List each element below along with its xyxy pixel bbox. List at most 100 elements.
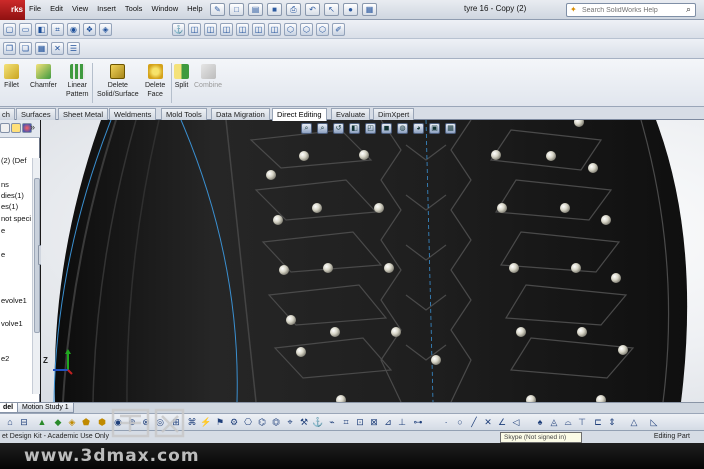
line-tool-icon[interactable]: ╱	[468, 416, 480, 428]
new-document-icon[interactable]: □	[229, 3, 244, 16]
view-orient-icon[interactable]: ◈	[99, 23, 112, 36]
tree-item-revolve1[interactable]: evolve1	[1, 296, 27, 305]
tool-icon[interactable]: ⊥	[396, 416, 408, 428]
options-icon[interactable]: ▦	[362, 3, 377, 16]
search-input[interactable]	[582, 5, 677, 15]
anchor-icon[interactable]: ⚓	[172, 23, 185, 36]
tab-dimxpert[interactable]: DimXpert	[373, 108, 415, 120]
pin-icon[interactable]: ✎	[210, 3, 225, 16]
view-trimetric-icon[interactable]: ⬡	[300, 23, 313, 36]
tab-mold-tools[interactable]: Mold Tools	[161, 108, 207, 120]
angle-tool-icon[interactable]: ∠	[496, 416, 508, 428]
measure-icon[interactable]: ✐	[332, 23, 345, 36]
view-top-icon[interactable]: ◫	[252, 23, 265, 36]
tool-icon[interactable]: ⎔	[242, 416, 254, 428]
tab-direct-editing[interactable]: Direct Editing	[272, 108, 327, 121]
search-icon[interactable]: ⌕	[686, 4, 691, 15]
delete-face-button[interactable]: Delete Face	[145, 64, 165, 99]
tool-icon[interactable]: ⊏	[592, 416, 604, 428]
line-tool-icon[interactable]: ∙	[440, 416, 452, 428]
fillet-button[interactable]: Fillet	[4, 64, 19, 90]
linear-pattern-button[interactable]: Linear Pattern	[66, 64, 89, 99]
appearance-icon[interactable]: ◉	[67, 23, 80, 36]
cube-icon[interactable]: ◧	[35, 23, 48, 36]
zoom-fit-icon[interactable]: ⌕	[301, 123, 312, 134]
sketch-icon[interactable]: ▢	[3, 23, 16, 36]
tool-icon[interactable]: ⚒	[298, 416, 310, 428]
zoom-area-icon[interactable]: ⌕	[317, 123, 328, 134]
menu-tools[interactable]: Tools	[125, 4, 143, 13]
tab-data-migration[interactable]: Data Migration	[211, 108, 270, 120]
tool-icon[interactable]: ◬	[548, 416, 560, 428]
view-bottom-icon[interactable]: ◫	[268, 23, 281, 36]
tool-icon[interactable]: ◁	[510, 416, 522, 428]
tree-item-plane[interactable]: e	[1, 226, 5, 235]
expand-chevron-icon[interactable]: »	[30, 123, 40, 133]
tool-icon[interactable]: ⚙	[228, 416, 240, 428]
menu-window[interactable]: Window	[151, 4, 178, 13]
property-manager-tab-icon[interactable]	[11, 123, 21, 133]
tool-icon[interactable]: ⌖	[284, 416, 296, 428]
menu-help[interactable]: Help	[187, 4, 202, 13]
hide-show-icon[interactable]: ◍	[397, 123, 408, 134]
tool-icon[interactable]: ⌗	[340, 416, 352, 428]
rebuild-icon[interactable]: ●	[343, 3, 358, 16]
tool-icon[interactable]: ⊡	[354, 416, 366, 428]
search-box[interactable]: ✦ ⌕	[566, 3, 696, 17]
tool-icon[interactable]: ⌂	[4, 416, 16, 428]
tool-icon[interactable]: ⊟	[18, 416, 30, 428]
rect-icon[interactable]: ▭	[19, 23, 32, 36]
tree-item-sensors[interactable]: ns	[1, 180, 9, 189]
select-arrow-icon[interactable]: ↖	[324, 3, 339, 16]
tool-icon[interactable]: ⌬	[256, 416, 268, 428]
menu-view[interactable]: View	[72, 4, 88, 13]
tree-scrollbar[interactable]	[32, 158, 40, 394]
section-view-icon[interactable]: ◧	[349, 123, 360, 134]
tool-icon[interactable]: ⊠	[368, 416, 380, 428]
tab-evaluate[interactable]: Evaluate	[331, 108, 371, 120]
view-right-icon[interactable]: ◫	[236, 23, 249, 36]
view-dimetric-icon[interactable]: ⬡	[316, 23, 329, 36]
view-left-icon[interactable]: ◫	[220, 23, 233, 36]
tab-surfaces[interactable]: Surfaces	[16, 108, 56, 120]
tool-icon[interactable]: ♠	[534, 416, 546, 428]
tree-item-material[interactable]: not speci	[1, 214, 31, 223]
circle-tool-icon[interactable]: ○	[454, 416, 466, 428]
tool-icon[interactable]: ⌓	[562, 416, 574, 428]
tool-icon[interactable]: ◈	[66, 416, 78, 428]
tool-icon[interactable]: ⬢	[96, 416, 108, 428]
copy-icon[interactable]: ❐	[3, 42, 16, 55]
tab-model[interactable]: del	[0, 403, 19, 413]
tool-icon[interactable]: ⌁	[326, 416, 338, 428]
tab-sheet-metal[interactable]: Sheet Metal	[58, 108, 109, 120]
tool-icon[interactable]: ⚓	[312, 416, 324, 428]
split-button[interactable]: Split	[174, 64, 189, 90]
view-orientation-icon[interactable]: ◰	[365, 123, 376, 134]
tree-item-feature-2[interactable]: e2	[1, 354, 9, 363]
tool-icon[interactable]: ▲	[36, 416, 48, 428]
apply-scene-icon[interactable]: ▣	[429, 123, 440, 134]
view-settings-icon[interactable]: ▦	[445, 123, 456, 134]
view-front-icon[interactable]: ◫	[188, 23, 201, 36]
chamfer-button[interactable]: Chamfer	[30, 64, 57, 90]
feature-tree-tab-icon[interactable]	[0, 123, 10, 133]
scene-icon[interactable]: ❖	[83, 23, 96, 36]
tab-motion-study[interactable]: Motion Study 1	[17, 403, 74, 413]
tool-icon[interactable]: ⚑	[214, 416, 226, 428]
tree-item-solid-bodies[interactable]: dies(1)	[1, 191, 24, 200]
tree-item-surface-bodies[interactable]: es(1)	[1, 202, 18, 211]
display-style-icon[interactable]: ◼	[381, 123, 392, 134]
tree-item-plane-2[interactable]: e	[1, 250, 5, 259]
delete-solid-surface-button[interactable]: Delete Solid/Surface	[97, 64, 139, 99]
tool-icon[interactable]: ⊿	[382, 416, 394, 428]
grid-icon[interactable]: ▦	[35, 42, 48, 55]
open-folder-icon[interactable]: ▤	[248, 3, 263, 16]
menu-insert[interactable]: Insert	[97, 4, 116, 13]
tool-icon[interactable]: ⇕	[606, 416, 618, 428]
paste-icon[interactable]: ❏	[19, 42, 32, 55]
tool-icon[interactable]: ⏣	[270, 416, 282, 428]
tool-icon[interactable]: ⚡	[200, 416, 212, 428]
tab-sketch[interactable]: ch	[0, 108, 15, 120]
save-icon[interactable]: ■	[267, 3, 282, 16]
graphics-viewport[interactable]: ⌕ ⌕ ↺ ◧ ◰ ◼ ◍ ◕ ▣ ▦ Z	[41, 120, 704, 402]
